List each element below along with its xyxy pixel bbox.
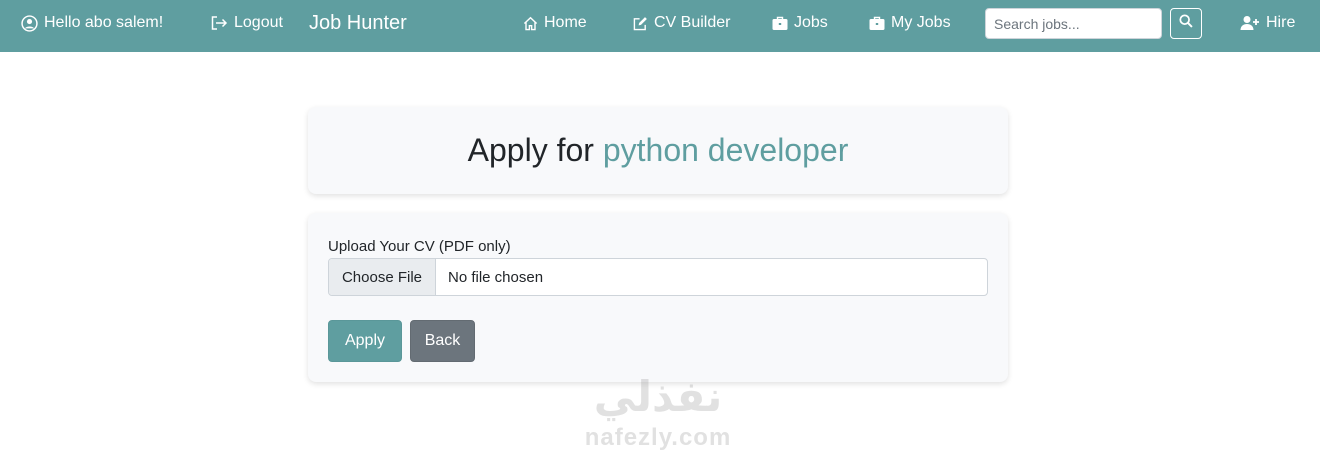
nav-jobs-label: Jobs xyxy=(794,14,828,31)
briefcase-icon xyxy=(869,16,885,31)
logout-label: Logout xyxy=(234,14,283,31)
choose-file-button[interactable]: Choose File xyxy=(329,259,436,295)
apply-form: Upload Your CV (PDF only) Choose File No… xyxy=(308,213,1008,382)
nav-hire-label: Hire xyxy=(1266,14,1296,31)
navbar: Hello abo salem! Logout Job Hunter Home … xyxy=(0,0,1320,52)
cv-upload-label: Upload Your CV (PDF only) xyxy=(328,238,511,255)
search-input[interactable] xyxy=(985,8,1162,39)
watermark-latin: nafezly.com xyxy=(584,424,732,451)
user-plus-icon xyxy=(1240,15,1260,31)
title-card: Apply for python developer xyxy=(308,107,1008,194)
nav-hire[interactable]: Hire xyxy=(1240,0,1295,46)
logout-link[interactable]: Logout xyxy=(210,0,283,46)
briefcase-icon xyxy=(772,16,788,31)
title-prefix: Apply for xyxy=(467,132,594,168)
nav-home[interactable]: Home xyxy=(523,0,587,46)
user-greeting: Hello abo salem! xyxy=(21,0,163,46)
home-icon xyxy=(523,16,538,31)
logout-icon xyxy=(210,15,228,31)
cv-file-input[interactable]: Choose File No file chosen xyxy=(328,258,988,296)
apply-button[interactable]: Apply xyxy=(328,320,402,362)
search-icon xyxy=(1179,14,1193,33)
brand-link[interactable]: Job Hunter xyxy=(309,0,407,46)
nav-my-jobs-label: My Jobs xyxy=(891,14,951,31)
page-title: Apply for python developer xyxy=(468,132,849,169)
watermark-logo: نفذلي nafezly.com xyxy=(578,372,738,456)
watermark-arabic: نفذلي xyxy=(593,372,723,421)
job-title: python developer xyxy=(602,132,849,168)
nav-jobs[interactable]: Jobs xyxy=(772,0,828,46)
greeting-text: Hello abo salem! xyxy=(44,14,164,31)
nav-home-label: Home xyxy=(544,14,587,31)
file-status-text: No file chosen xyxy=(448,268,544,286)
nav-cv-builder[interactable]: CV Builder xyxy=(633,0,730,46)
nav-my-jobs[interactable]: My Jobs xyxy=(869,0,951,46)
search-button[interactable] xyxy=(1170,8,1202,39)
user-circle-icon xyxy=(21,14,38,32)
back-button[interactable]: Back xyxy=(410,320,475,362)
edit-icon xyxy=(633,16,648,31)
nav-cv-builder-label: CV Builder xyxy=(654,14,731,31)
